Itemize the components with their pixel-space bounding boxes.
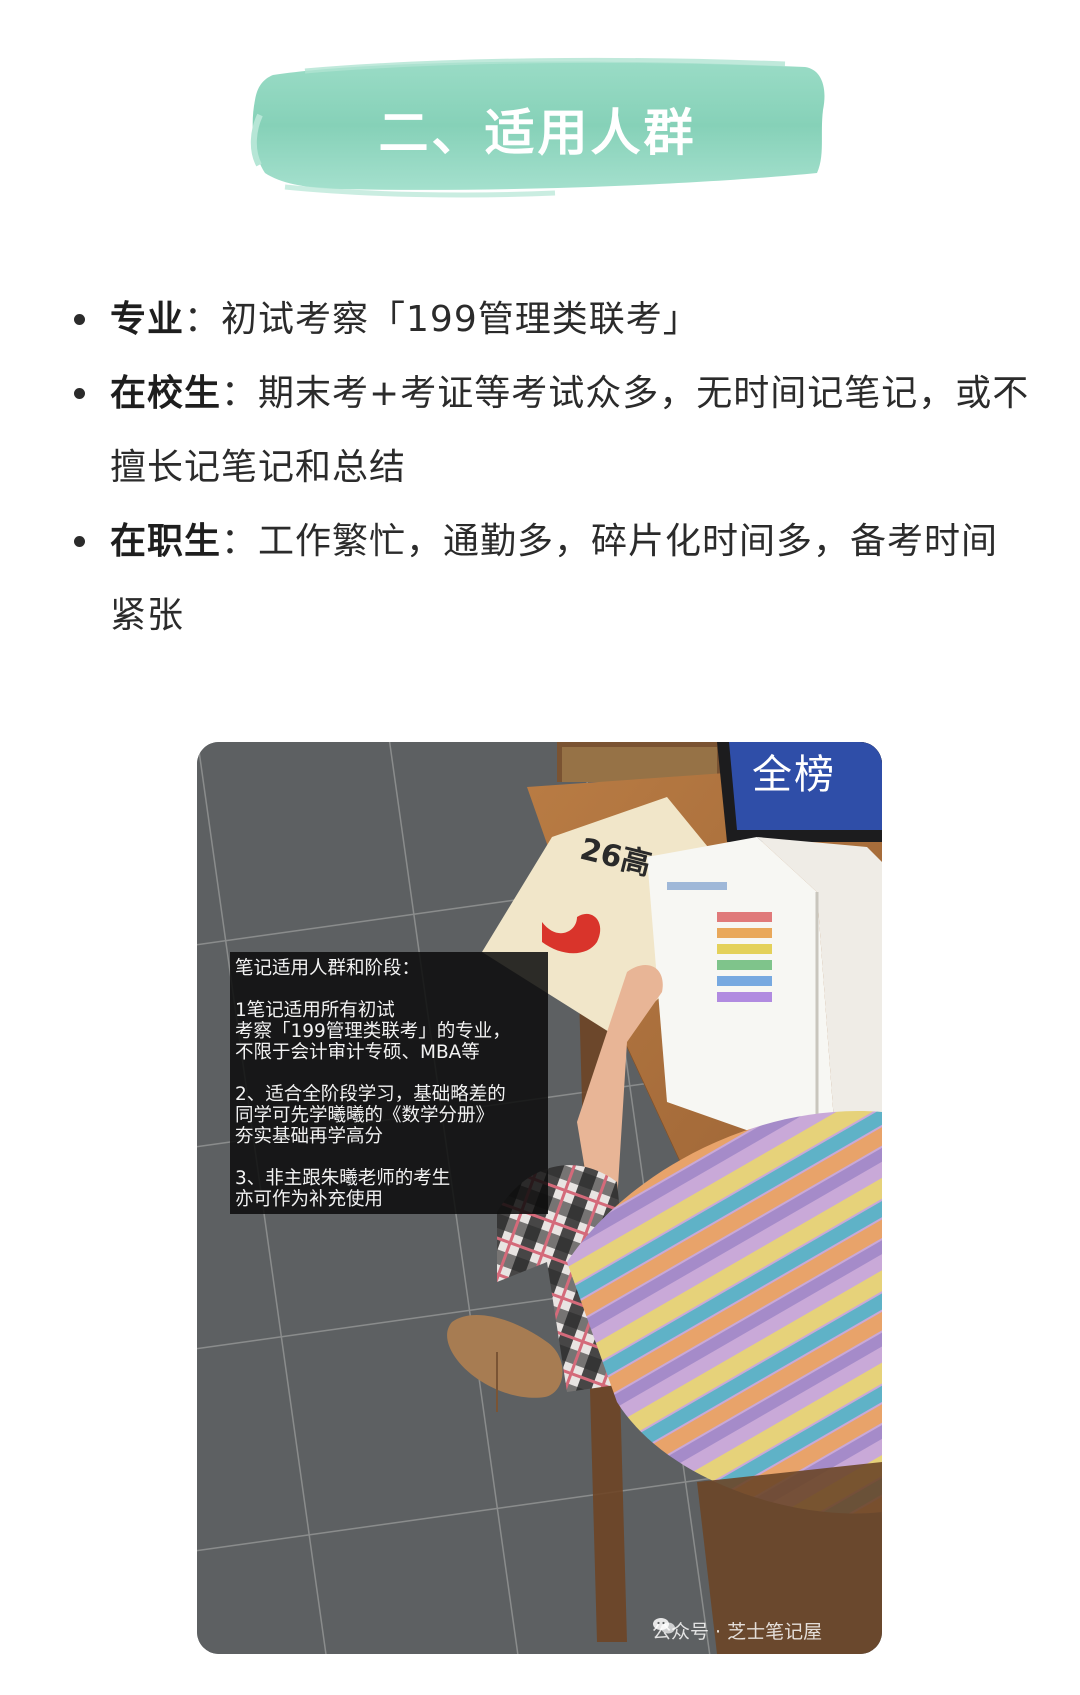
caption-line: 考察「199管理类联考」的专业， [235,1021,511,1042]
term-separator: ： [184,299,222,340]
term-separator: ： [221,373,259,414]
caption-gap [235,979,544,1000]
watermark-text: 公众号 · 芝士笔记屋 [652,1621,823,1643]
list-item: 专业：初试考察「199管理类联考」 [70,283,1030,357]
caption-line: 1笔记适用所有初试 [235,1000,395,1021]
section-header-banner: 二、适用人群 [245,55,830,200]
caption-line: 不限于会计审计专硕、MBA等 [235,1042,480,1063]
watermark: 公众号 · 芝士笔记屋 [652,1617,822,1644]
list-item: 在职生：工作繁忙，通勤多，碎片化时间多，备考时间紧张 [70,505,1030,653]
caption-gap [235,1147,544,1168]
caption-line: 亦可作为补充使用 [235,1189,384,1210]
list-item: 在校生：期末考+考证等考试众多，无时间记笔记，或不擅长记笔记和总结 [70,357,1030,505]
section-title: 二、适用人群 [378,104,697,162]
tablet-screen-text: 全榜 [752,752,836,798]
term-separator: ： [221,521,259,562]
study-notes-photo: 全榜 26高 笔记适用人群和阶段： 1笔记适用所有初试 考察「199管理类联考」… [197,742,882,1654]
bullet-icon [74,388,85,399]
photo-caption-overlay: 笔记适用人群和阶段： 1笔记适用所有初试 考察「199管理类联考」的专业， 不限… [230,952,548,1214]
caption-line: 同学可先学曦曦的《数学分册》 [235,1105,495,1126]
audience-term: 专业 [110,299,185,340]
caption-line: 2、适合全阶段学习，基础略差的 [235,1084,506,1105]
caption-gap [235,1063,544,1084]
audience-description: 初试考察「199管理类联考」 [221,299,700,340]
bullet-icon [74,314,85,325]
caption-line: 笔记适用人群和阶段： [235,958,421,979]
caption-line: 夯实基础再学高分 [235,1126,384,1147]
audience-term: 在校生 [110,373,222,414]
audience-list: 专业：初试考察「199管理类联考」 在校生：期末考+考证等考试众多，无时间记笔记… [70,283,1030,653]
audience-term: 在职生 [110,521,222,562]
wechat-icon [653,1618,675,1634]
bullet-icon [74,536,85,547]
caption-line: 3、非主跟朱曦老师的考生 [235,1168,451,1189]
